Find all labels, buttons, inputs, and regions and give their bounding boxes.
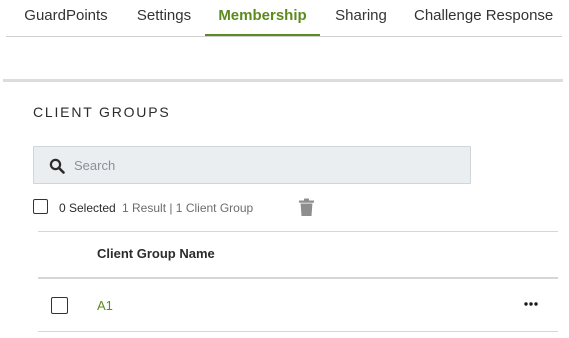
section-divider: [3, 79, 563, 82]
tab-settings[interactable]: Settings: [132, 0, 196, 34]
column-header-client-group-name[interactable]: Client Group Name: [97, 246, 215, 261]
select-all-checkbox[interactable]: [33, 199, 48, 214]
table-top-border: [38, 231, 558, 232]
table-bottom-border: [38, 331, 558, 332]
search-input[interactable]: [74, 147, 454, 183]
table-header-border: [38, 277, 558, 279]
row-checkbox[interactable]: [51, 297, 68, 314]
tab-bar: GuardPoints Settings Membership Sharing …: [6, 0, 562, 37]
trash-icon[interactable]: [298, 198, 315, 217]
more-horizontal-icon[interactable]: [523, 297, 539, 311]
tab-guardpoints[interactable]: GuardPoints: [20, 0, 112, 34]
result-summary: 1 Result | 1 Client Group: [122, 201, 254, 215]
section-title: CLIENT GROUPS: [33, 104, 171, 120]
tab-membership[interactable]: Membership: [205, 0, 320, 36]
tab-challenge-response[interactable]: Challenge Response: [414, 0, 553, 34]
search-icon: [49, 158, 65, 174]
tab-sharing[interactable]: Sharing: [333, 0, 389, 34]
selected-count: 0 Selected: [59, 201, 116, 215]
client-group-name-link[interactable]: A1: [97, 298, 113, 313]
search-box: [33, 146, 471, 184]
